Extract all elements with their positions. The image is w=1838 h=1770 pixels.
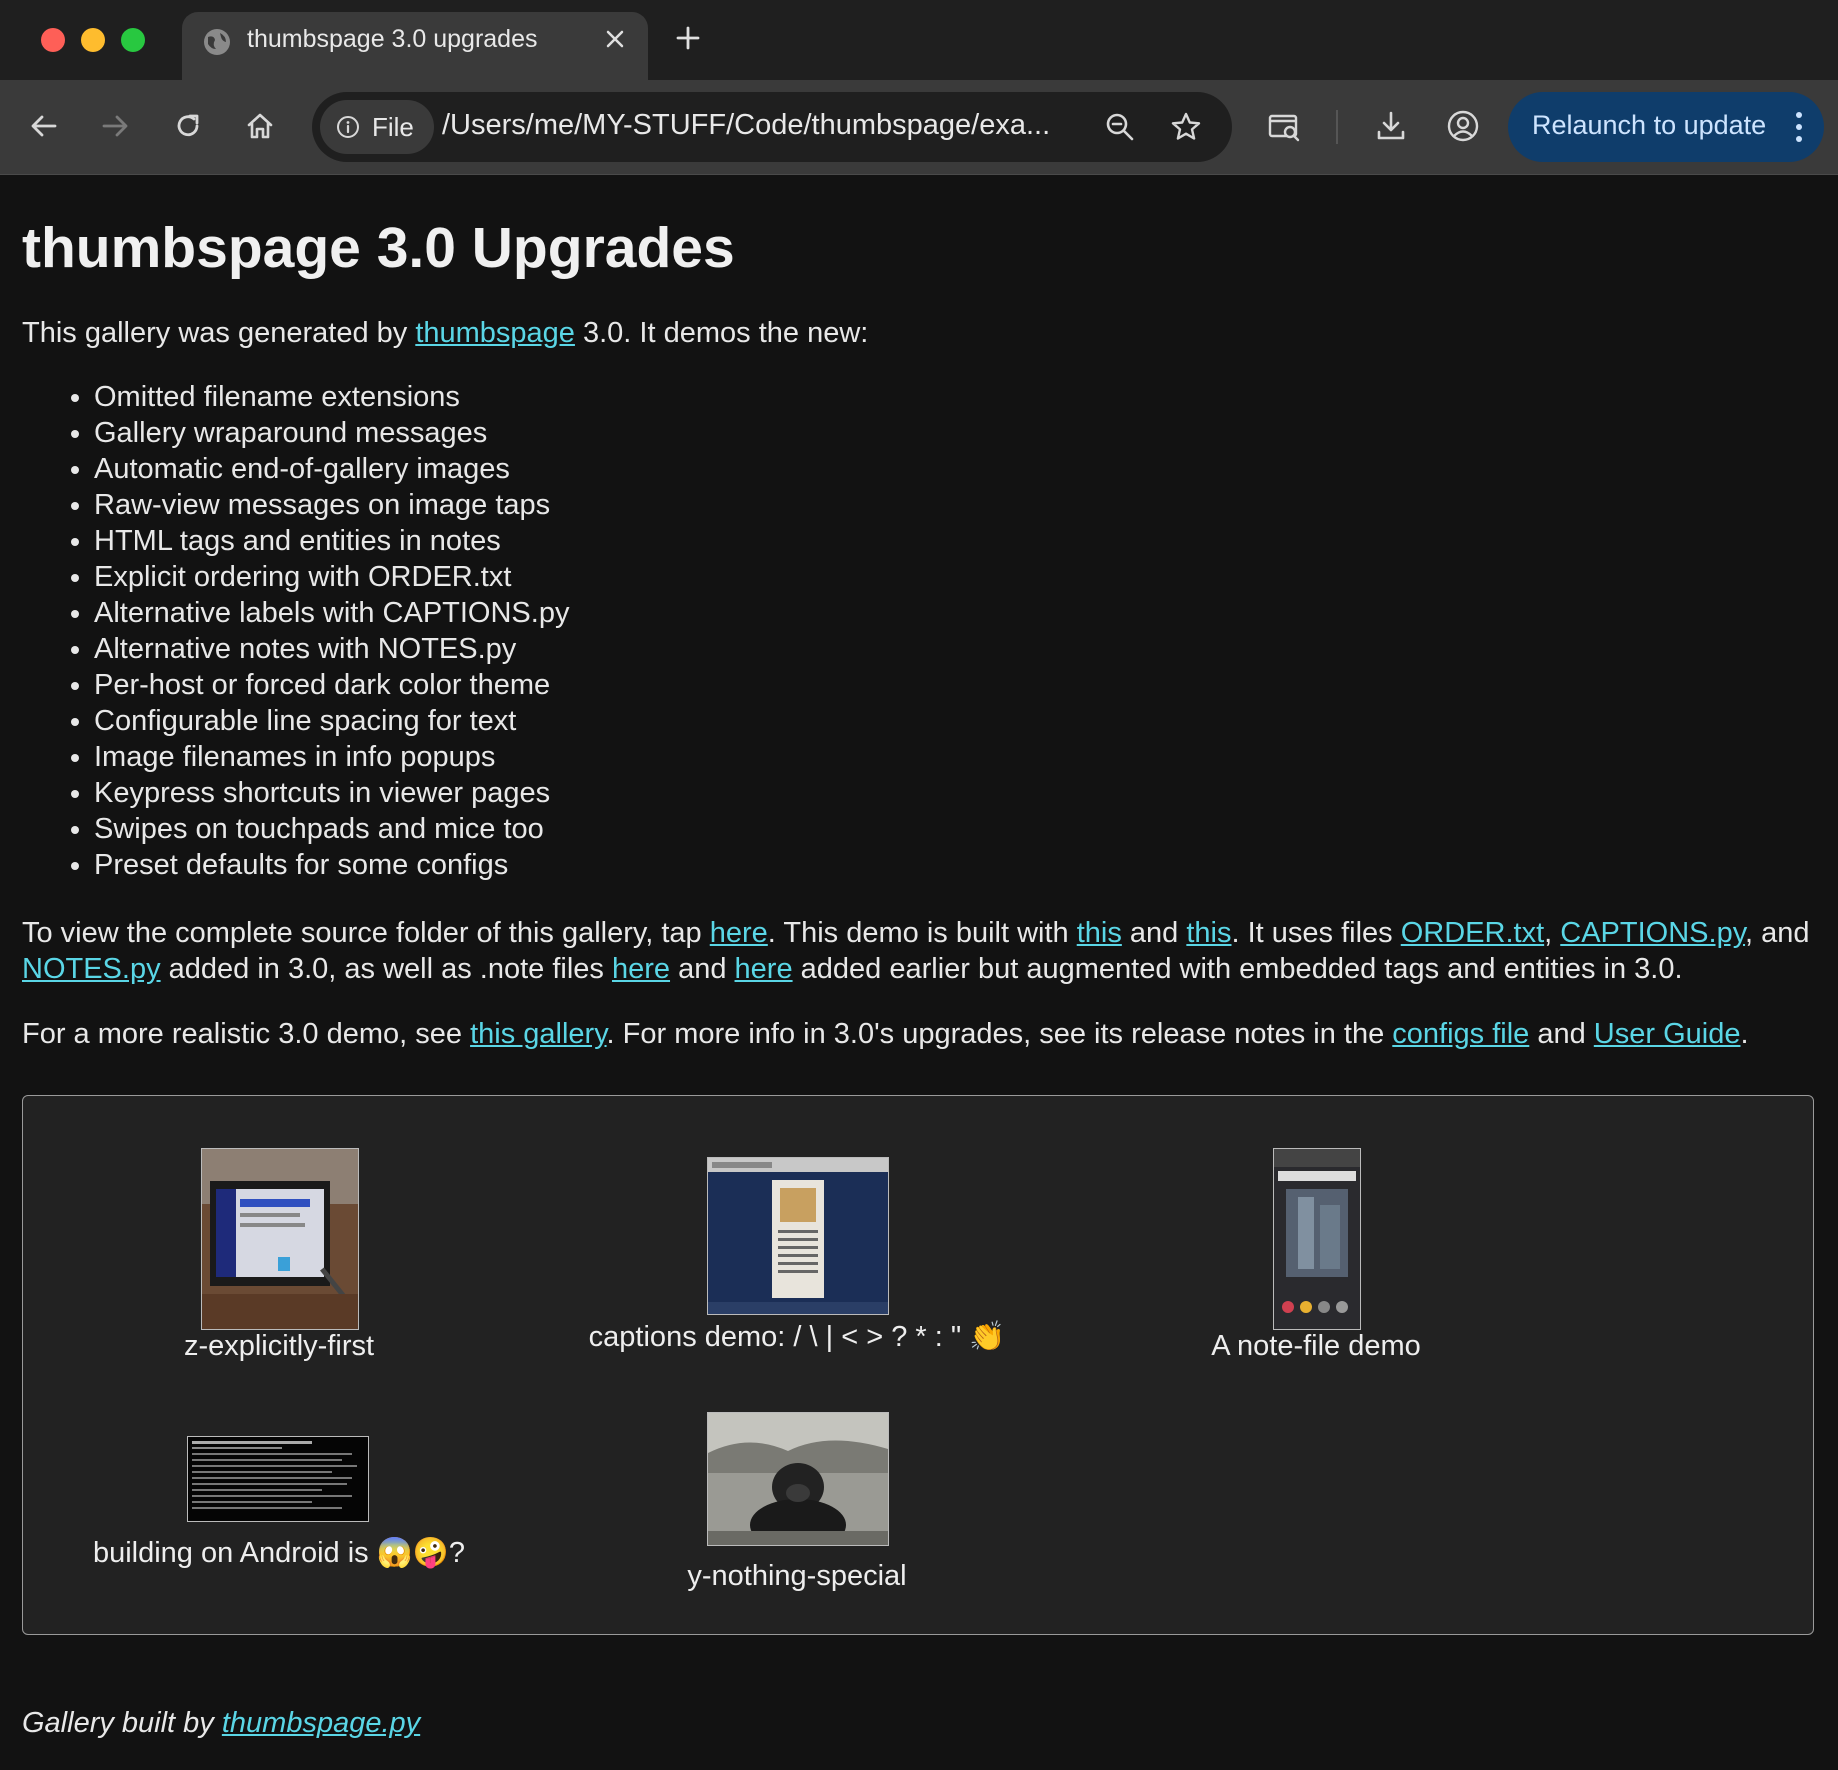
- list-item: Gallery wraparound messages: [94, 415, 569, 451]
- bookmark-star-icon[interactable]: [1168, 109, 1204, 145]
- close-window-button[interactable]: [41, 28, 65, 52]
- address-bar[interactable]: File /Users/me/MY-STUFF/Code/thumbspage/…: [312, 92, 1232, 162]
- reload-icon[interactable]: [170, 108, 206, 144]
- list-item: Keypress shortcuts in viewer pages: [94, 775, 569, 811]
- thumbnail-caption[interactable]: A note-file demo: [1211, 1330, 1421, 1363]
- list-item: Per-host or forced dark color theme: [94, 667, 569, 703]
- site-info-chip[interactable]: File: [320, 100, 434, 154]
- back-arrow-icon[interactable]: [26, 108, 62, 144]
- page-content: thumbspage 3.0 Upgrades This gallery was…: [0, 175, 1838, 1770]
- download-icon[interactable]: [1373, 108, 1409, 144]
- thumbnail-gallery: z-explicitly-first captions demo: / \ | …: [22, 1095, 1814, 1635]
- thumbnail-note-file-demo[interactable]: [1273, 1148, 1361, 1330]
- more-info-paragraph: For a more realistic 3.0 demo, see this …: [22, 1018, 1749, 1050]
- thumbnail-caption[interactable]: y-nothing-special: [687, 1560, 906, 1593]
- list-item: Automatic end-of-gallery images: [94, 451, 569, 487]
- thumbspage-py-link[interactable]: thumbspage.py: [222, 1707, 420, 1739]
- minimize-window-button[interactable]: [81, 28, 105, 52]
- thumbnail-android-terminal[interactable]: [187, 1436, 369, 1522]
- site-info-label: File: [372, 112, 414, 142]
- tab-active[interactable]: thumbspage 3.0 upgrades: [182, 12, 648, 80]
- tab-title: thumbspage 3.0 upgrades: [247, 25, 538, 53]
- footer-text: Gallery built by thumbspage.py: [22, 1707, 421, 1739]
- list-item: Configurable line spacing for text: [94, 703, 569, 739]
- list-item: Explicit ordering with ORDER.txt: [94, 559, 569, 595]
- note-files-link-2[interactable]: here: [735, 953, 793, 985]
- list-item: Swipes on touchpads and mice too: [94, 811, 569, 847]
- relaunch-label: Relaunch to update: [1532, 110, 1767, 140]
- thumbnail-caption[interactable]: building on Android is 😱🤪?: [93, 1536, 465, 1570]
- home-icon[interactable]: [242, 108, 278, 144]
- maximize-window-button[interactable]: [121, 28, 145, 52]
- tab-search-icon[interactable]: [1266, 108, 1302, 144]
- thumbnail-captions-demo[interactable]: [707, 1157, 889, 1315]
- note-files-link-1[interactable]: here: [612, 953, 670, 985]
- new-tab-icon[interactable]: [672, 22, 704, 54]
- user-guide-link[interactable]: User Guide: [1594, 1018, 1741, 1050]
- info-icon: [337, 116, 359, 138]
- list-item: Preset defaults for some configs: [94, 847, 569, 883]
- thumbspage-link[interactable]: thumbspage: [415, 317, 575, 349]
- profile-icon[interactable]: [1445, 108, 1481, 144]
- url-text[interactable]: /Users/me/MY-STUFF/Code/thumbspage/exa..…: [442, 109, 1050, 142]
- source-folder-paragraph: To view the complete source folder of th…: [22, 917, 1810, 985]
- configs-file-link[interactable]: configs file: [1392, 1018, 1529, 1050]
- relaunch-update-button[interactable]: Relaunch to update: [1508, 92, 1824, 162]
- zoom-icon[interactable]: [1102, 109, 1138, 145]
- more-menu-icon[interactable]: [1794, 110, 1804, 144]
- browser-titlebar: thumbspage 3.0 upgrades: [0, 0, 1838, 80]
- browser-toolbar: File /Users/me/MY-STUFF/Code/thumbspage/…: [0, 80, 1838, 175]
- globe-icon: [204, 29, 230, 55]
- list-item: Omitted filename extensions: [94, 379, 569, 415]
- notes-py-link[interactable]: NOTES.py: [22, 953, 161, 985]
- close-tab-icon[interactable]: [600, 24, 630, 54]
- page-title: thumbspage 3.0 Upgrades: [22, 216, 735, 280]
- list-item: Raw-view messages on image taps: [94, 487, 569, 523]
- thumbnail-chimpanzee-photo[interactable]: [707, 1412, 889, 1546]
- captions-py-link[interactable]: CAPTIONS.py: [1560, 917, 1745, 949]
- intro-text: This gallery was generated by thumbspage…: [22, 317, 869, 349]
- list-item: Alternative labels with CAPTIONS.py: [94, 595, 569, 631]
- forward-arrow-icon[interactable]: [97, 108, 133, 144]
- built-with-link-1[interactable]: this: [1077, 917, 1122, 949]
- thumbnail-caption[interactable]: captions demo: / \ | < > ? * : " 👏: [589, 1320, 1006, 1354]
- thumbnail-tablet-photo[interactable]: [201, 1148, 359, 1330]
- toolbar-separator: [1336, 110, 1338, 144]
- source-folder-link[interactable]: here: [710, 917, 768, 949]
- list-item: Alternative notes with NOTES.py: [94, 631, 569, 667]
- realistic-gallery-link[interactable]: this gallery: [470, 1018, 606, 1050]
- feature-list: Omitted filename extensions Gallery wrap…: [70, 379, 569, 883]
- built-with-link-2[interactable]: this: [1186, 917, 1231, 949]
- thumbnail-caption[interactable]: z-explicitly-first: [184, 1330, 374, 1363]
- order-txt-link[interactable]: ORDER.txt: [1401, 917, 1544, 949]
- list-item: Image filenames in info popups: [94, 739, 569, 775]
- list-item: HTML tags and entities in notes: [94, 523, 569, 559]
